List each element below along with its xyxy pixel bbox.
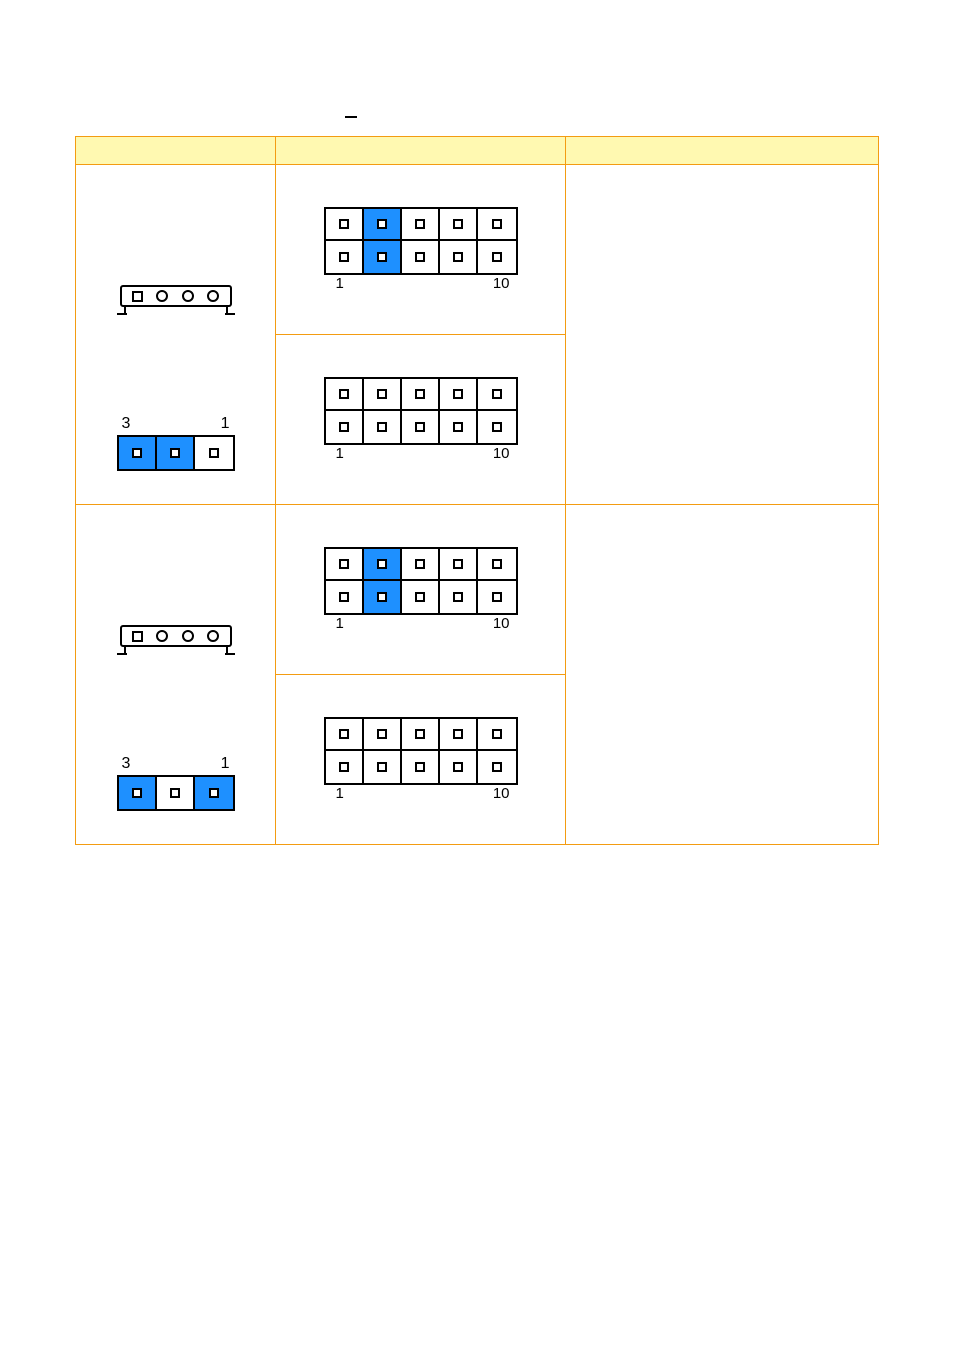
circle-icon	[182, 290, 194, 302]
row-right-cell	[566, 505, 879, 845]
circle-icon	[207, 290, 219, 302]
circle-icon	[207, 630, 219, 642]
row-left-cell: 3 1	[76, 505, 276, 845]
tile-labels: 3 1	[116, 415, 236, 435]
layout-table: 3 1	[75, 136, 879, 845]
map-label-left: 1	[336, 445, 344, 462]
map-grid	[324, 377, 518, 445]
square-icon	[132, 631, 143, 642]
map-label-right: 10	[493, 275, 510, 292]
map-grid	[324, 717, 518, 785]
tile-label-right: 1	[221, 415, 230, 433]
map-label-left: 1	[336, 785, 344, 802]
map-grid	[324, 547, 518, 615]
map-cell: 1 10	[276, 675, 566, 845]
tile-label-left: 3	[122, 415, 131, 433]
decorative-dash	[345, 116, 357, 118]
tile-label-right: 1	[221, 755, 230, 773]
map-label-right: 10	[493, 615, 510, 632]
map-label-right: 10	[493, 445, 510, 462]
map-label-right: 10	[493, 785, 510, 802]
tile-label-left: 3	[122, 755, 131, 773]
row-left-cell: 3 1	[76, 165, 276, 505]
circle-icon	[156, 630, 168, 642]
table-header-3	[566, 137, 879, 165]
map-label-left: 1	[336, 615, 344, 632]
shelf-icon	[120, 625, 232, 655]
circle-icon	[182, 630, 194, 642]
map-cell: 1 10	[276, 335, 566, 505]
map-cell: 1 10	[276, 505, 566, 675]
circle-icon	[156, 290, 168, 302]
tile-row	[117, 435, 235, 471]
table-header-2	[276, 137, 566, 165]
tile-row	[117, 775, 235, 811]
square-icon	[132, 291, 143, 302]
map-grid	[324, 207, 518, 275]
map-label-left: 1	[336, 275, 344, 292]
row-right-cell	[566, 165, 879, 505]
table-header-1	[76, 137, 276, 165]
shelf-icon	[120, 285, 232, 315]
map-cell: 1 10	[276, 165, 566, 335]
tile-labels: 3 1	[116, 755, 236, 775]
